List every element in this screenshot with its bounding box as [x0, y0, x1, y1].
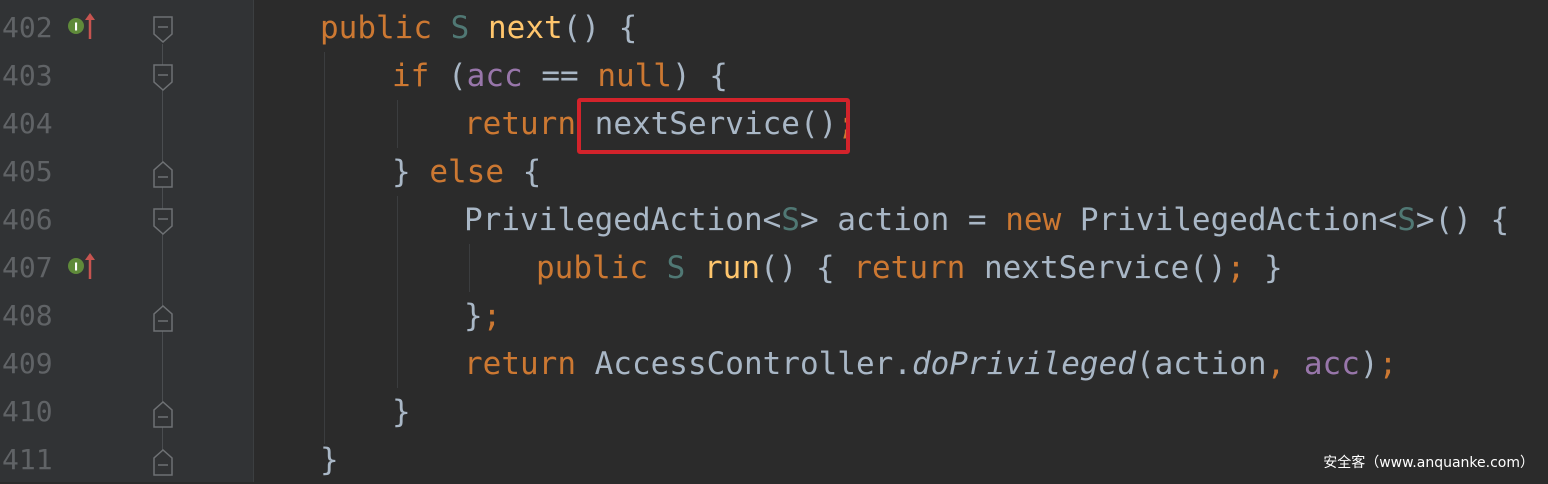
code-line-411[interactable]: }	[320, 436, 339, 484]
keyword: public	[320, 10, 432, 46]
code-line-409[interactable]: return AccessController.doPrivileged(act…	[464, 340, 1397, 388]
code-line-405[interactable]: } else {	[392, 148, 541, 196]
keyword: null	[597, 58, 672, 94]
code-text: }	[320, 442, 339, 478]
indent-guide	[324, 52, 325, 444]
type-parameter: S	[781, 202, 800, 238]
highlight-annotation-box	[577, 98, 850, 154]
code-text: >() {	[1415, 202, 1510, 238]
line-number: 409	[2, 347, 53, 380]
code-line-403[interactable]: if (acc == null) {	[392, 52, 728, 100]
code-text: PrivilegedAction<	[464, 202, 782, 238]
line-number: 408	[2, 299, 53, 332]
code-text: AccessController.	[575, 346, 912, 382]
line-number: 402	[2, 11, 53, 44]
keyword: new	[1005, 202, 1062, 238]
watermark: 安全客（www.anquanke.com）	[1323, 455, 1534, 471]
code-text: )	[1359, 346, 1379, 382]
code-line-407[interactable]: public S run() { return nextService(); }	[536, 244, 1283, 292]
code-text: }	[392, 154, 430, 190]
indent-guide	[397, 196, 398, 388]
semicolon: ;	[1226, 250, 1246, 286]
line-number: 404	[2, 107, 53, 140]
line-number: 410	[2, 395, 53, 428]
code-text: (	[429, 58, 467, 94]
code-editor[interactable]: 402 403 404 405 406 407 408 409 410 411 …	[0, 0, 1548, 482]
semicolon: ;	[1378, 346, 1398, 382]
code-text: (action	[1135, 346, 1267, 382]
keyword: else	[429, 154, 504, 190]
semicolon: ;	[482, 298, 502, 334]
code-text: }	[464, 298, 483, 334]
override-icon-letter: I	[74, 261, 78, 274]
keyword: return	[464, 106, 576, 142]
line-number: 403	[2, 59, 53, 92]
field-reference: acc	[466, 58, 523, 94]
line-number: 405	[2, 155, 53, 188]
keyword: if	[392, 58, 430, 94]
code-line-406[interactable]: PrivilegedAction<S> action = new Privile…	[464, 196, 1509, 244]
fold-close-icon[interactable]	[153, 160, 173, 188]
code-text: () {	[760, 250, 854, 286]
implements-method-icon[interactable]: I	[66, 252, 98, 282]
type-parameter: S	[666, 250, 686, 286]
code-text: {	[503, 154, 542, 190]
line-number: 407	[2, 251, 53, 284]
indent-guide	[469, 244, 470, 292]
code-text: }	[1245, 250, 1283, 286]
indent-guide	[397, 100, 398, 148]
fold-open-icon[interactable]	[153, 16, 173, 44]
fold-close-icon[interactable]	[153, 400, 173, 428]
type-parameter: S	[450, 10, 470, 46]
method-name: next	[488, 10, 563, 46]
code-line-402[interactable]: public S next() {	[320, 4, 637, 52]
implements-method-icon[interactable]: I	[66, 12, 98, 42]
method-call: nextService()	[965, 250, 1227, 286]
fold-close-icon[interactable]	[153, 304, 173, 332]
fold-open-icon[interactable]	[153, 208, 173, 236]
field-reference: acc	[1303, 346, 1360, 382]
fold-open-icon[interactable]	[153, 64, 173, 92]
method-name: run	[704, 250, 760, 286]
type-parameter: S	[1397, 202, 1416, 238]
code-text: > action =	[799, 202, 1006, 238]
override-icon-letter: I	[74, 21, 78, 34]
editor-gutter: 402 403 404 405 406 407 408 409 410 411 …	[0, 0, 254, 482]
code-text: () {	[562, 10, 638, 46]
keyword: public	[536, 250, 648, 286]
code-line-408[interactable]: };	[464, 292, 501, 340]
keyword: return	[853, 250, 966, 286]
code-text: ) {	[671, 58, 728, 94]
code-line-410[interactable]: }	[392, 388, 411, 436]
keyword: return	[464, 346, 576, 382]
line-number: 406	[2, 203, 53, 236]
code-text: ==	[522, 58, 598, 94]
line-number: 411	[2, 443, 53, 476]
comma: ,	[1266, 346, 1304, 382]
static-method-call: doPrivileged	[911, 346, 1136, 382]
code-text: }	[392, 394, 411, 430]
code-text: PrivilegedAction<	[1061, 202, 1398, 238]
fold-close-icon[interactable]	[153, 448, 173, 476]
